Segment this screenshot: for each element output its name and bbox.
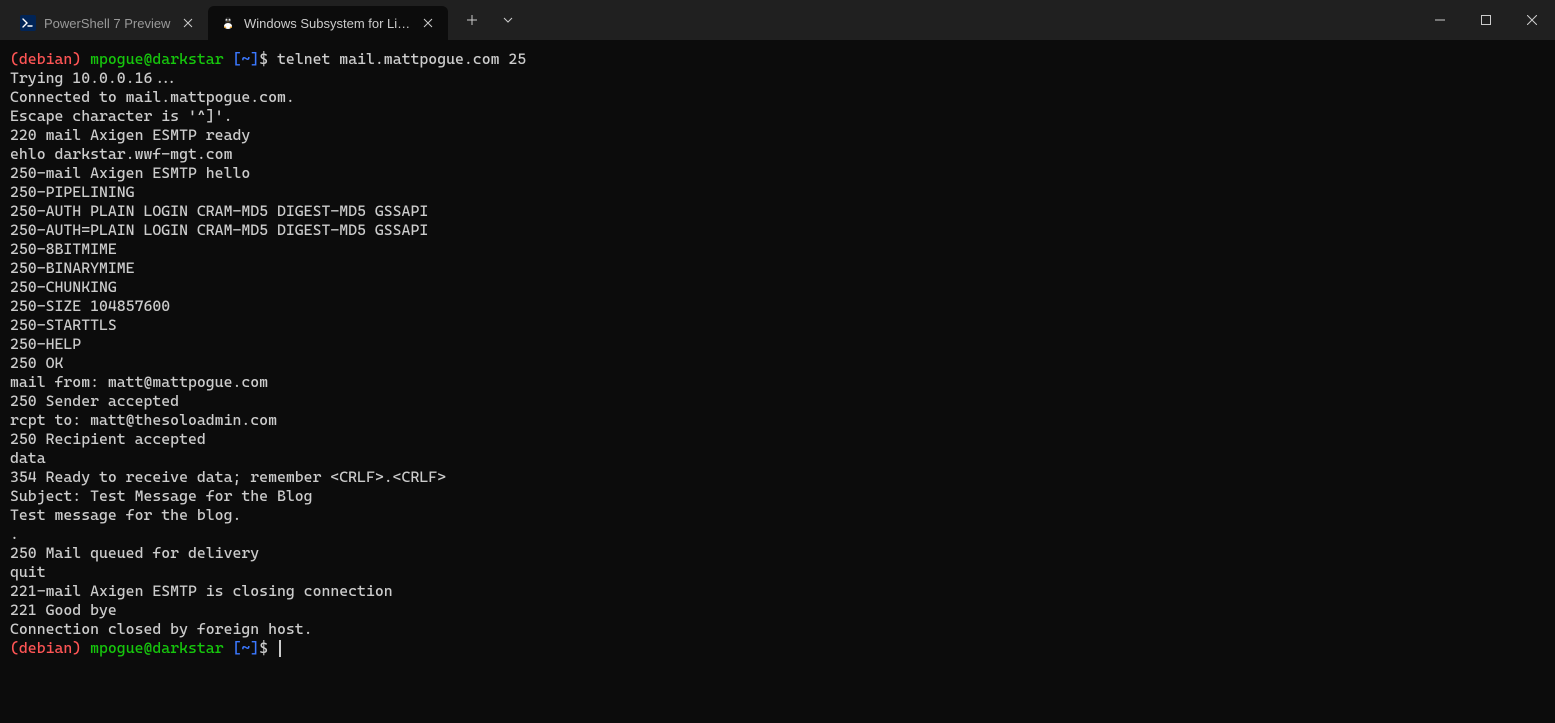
tabs-container: PowerShell 7 Preview Windows Subsystem f… bbox=[0, 0, 448, 40]
output-line: 250 OK bbox=[10, 354, 63, 372]
tab-title: PowerShell 7 Preview bbox=[44, 16, 172, 31]
output-line: 250 Sender accepted bbox=[10, 392, 179, 410]
titlebar-drag-area[interactable] bbox=[524, 0, 1417, 40]
output-line: 250-STARTTLS bbox=[10, 316, 117, 334]
tab-close-button[interactable] bbox=[420, 15, 436, 31]
output-line: Connected to mail.mattpogue.com. bbox=[10, 88, 295, 106]
output-line: 250-SIZE 104857600 bbox=[10, 297, 170, 315]
output-line: 250-AUTH PLAIN LOGIN CRAM-MD5 DIGEST-MD5… bbox=[10, 202, 428, 220]
tab-dropdown-button[interactable] bbox=[492, 4, 524, 36]
new-tab-button[interactable] bbox=[456, 4, 488, 36]
output-line: Subject: Test Message for the Blog bbox=[10, 487, 313, 505]
prompt-path: [~] bbox=[233, 639, 260, 657]
output-line: mail from: matt@mattpogue.com bbox=[10, 373, 268, 391]
maximize-button[interactable] bbox=[1463, 0, 1509, 40]
output-line: 250-BINARYMIME bbox=[10, 259, 135, 277]
output-line: 250-CHUNKING bbox=[10, 278, 117, 296]
prompt-path: [~] bbox=[233, 50, 260, 68]
output-line: ehlo darkstar.wwf-mgt.com bbox=[10, 145, 232, 163]
tab-wsl[interactable]: Windows Subsystem for Linux P bbox=[208, 6, 448, 40]
window-controls bbox=[1417, 0, 1555, 40]
powershell-icon bbox=[20, 15, 36, 31]
close-button[interactable] bbox=[1509, 0, 1555, 40]
titlebar[interactable]: PowerShell 7 Preview Windows Subsystem f… bbox=[0, 0, 1555, 40]
tab-title: Windows Subsystem for Linux P bbox=[244, 16, 412, 31]
output-line: 250 Mail queued for delivery bbox=[10, 544, 259, 562]
prompt-dollar: $ bbox=[259, 639, 268, 657]
command-text: telnet mail.mattpogue.com 25 bbox=[277, 50, 526, 68]
prompt-distro: (debian) bbox=[10, 639, 81, 657]
output-line: 250-PIPELINING bbox=[10, 183, 135, 201]
output-line: Test message for the blog. bbox=[10, 506, 241, 524]
tab-powershell[interactable]: PowerShell 7 Preview bbox=[8, 6, 208, 40]
output-line: 354 Ready to receive data; remember <CRL… bbox=[10, 468, 446, 486]
cursor bbox=[279, 640, 281, 657]
minimize-button[interactable] bbox=[1417, 0, 1463, 40]
output-line: 250-HELP bbox=[10, 335, 81, 353]
tab-close-button[interactable] bbox=[180, 15, 196, 31]
prompt-user: mpogue@darkstar bbox=[90, 50, 223, 68]
output-line: rcpt to: matt@thesoloadmin.com bbox=[10, 411, 277, 429]
output-line: 250-mail Axigen ESMTP hello bbox=[10, 164, 250, 182]
output-line: Trying 10.0.0.16... bbox=[10, 69, 179, 87]
terminal-area[interactable]: (debian) mpogue@darkstar [~]$ telnet mai… bbox=[0, 40, 1555, 723]
output-line: . bbox=[10, 525, 19, 543]
output-line: 250-8BITMIME bbox=[10, 240, 117, 258]
output-line: 250-AUTH=PLAIN LOGIN CRAM-MD5 DIGEST-MD5… bbox=[10, 221, 428, 239]
prompt-distro: (debian) bbox=[10, 50, 81, 68]
prompt-user: mpogue@darkstar bbox=[90, 639, 223, 657]
output-line: quit bbox=[10, 563, 46, 581]
tab-actions bbox=[448, 0, 524, 40]
output-line: 221-mail Axigen ESMTP is closing connect… bbox=[10, 582, 393, 600]
output-line: 250 Recipient accepted bbox=[10, 430, 206, 448]
tux-icon bbox=[220, 15, 236, 31]
output-line: Connection closed by foreign host. bbox=[10, 620, 313, 638]
prompt-dollar: $ bbox=[259, 50, 268, 68]
output-line: 221 Good bye bbox=[10, 601, 117, 619]
output-line: Escape character is '^]'. bbox=[10, 107, 232, 125]
output-line: 220 mail Axigen ESMTP ready bbox=[10, 126, 250, 144]
output-line: data bbox=[10, 449, 46, 467]
